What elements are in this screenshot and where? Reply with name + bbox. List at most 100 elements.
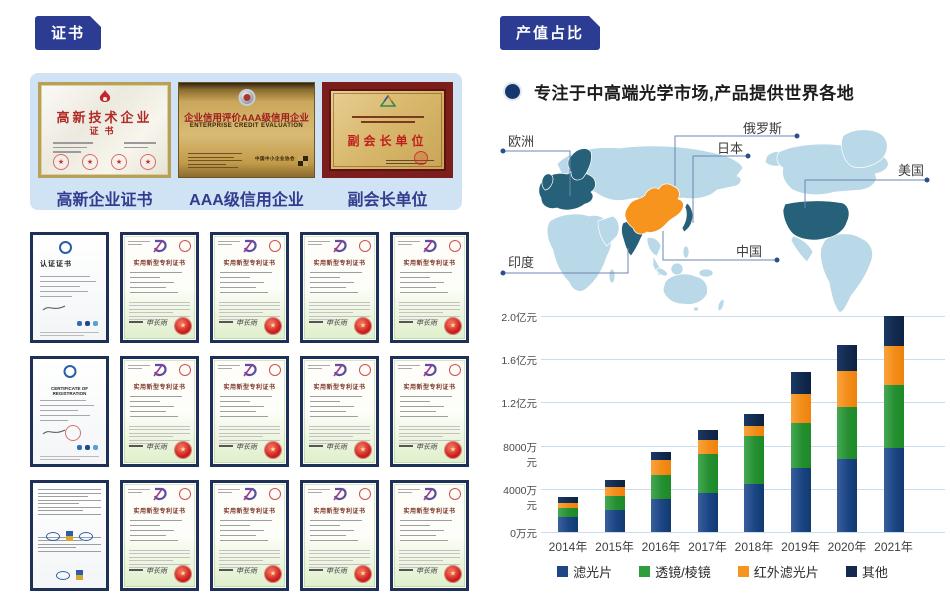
bar-segment-滤光片	[884, 448, 904, 532]
cert3-label: 副会长单位	[322, 186, 453, 210]
patent-cert-fields	[393, 516, 466, 541]
certificate-thumbnail-patent: 实用新型专利证书 申长雨	[390, 232, 469, 343]
signature-label-bar	[399, 445, 413, 447]
headline-row: 专注于中高端光学市场,产品提供世界各地	[505, 79, 854, 104]
accreditation-marks	[77, 321, 98, 326]
red-seal-ring-icon	[179, 240, 191, 252]
cert1-subtitle: 证书	[41, 124, 168, 137]
certificate-thumbnail-patent: 实用新型专利证书 申长雨	[120, 232, 199, 343]
patent-cert-title: 实用新型专利证书	[393, 506, 466, 515]
patent-cert-paragraph	[219, 299, 280, 320]
x-axis-tick-label: 2020年	[821, 538, 873, 555]
cert1-stamps	[41, 154, 168, 170]
cert1-label: 高新企业证书	[38, 186, 171, 210]
island-sumatra	[655, 266, 668, 277]
map-label-china: 中国	[736, 244, 762, 259]
patent-cert-title: 实用新型专利证书	[393, 258, 466, 267]
bar-segment-滤光片	[605, 510, 625, 532]
signature-label-bar	[129, 445, 143, 447]
bar-segment-红外滤光片	[605, 487, 625, 497]
commissioner-signature: 申长雨	[146, 318, 167, 328]
commissioner-signature: 申长雨	[146, 442, 167, 452]
patent-cert-paragraph	[129, 423, 190, 444]
bar-segment-红外滤光片	[884, 346, 904, 385]
cqc-logo-icon	[59, 241, 72, 254]
bar-segment-透镜/棱镜	[651, 475, 671, 499]
section-badge-output-value: 产值占比	[500, 16, 600, 50]
cas-en-footer-lines	[40, 454, 99, 460]
red-seal-ring-icon	[449, 364, 461, 376]
legend-item: 红外滤光片	[738, 562, 819, 581]
patent-cert-fields	[303, 516, 376, 541]
blue-oval-stamp-icon	[79, 532, 93, 541]
connector-dot	[775, 258, 780, 263]
patent-cert-number-lines	[398, 239, 420, 245]
signature-label-bar	[129, 321, 143, 323]
y-axis-tick-label: 2.0亿元	[495, 310, 537, 325]
patent-cert-paragraph	[219, 547, 280, 568]
island-philippines	[683, 246, 689, 258]
bar-segment-透镜/棱镜	[791, 423, 811, 468]
qr-code-icon	[298, 156, 308, 166]
map-label-usa: 美国	[898, 163, 924, 178]
commissioner-signature: 申长雨	[416, 442, 437, 452]
legend-label: 透镜/棱镜	[655, 562, 711, 581]
patent-cert-paragraph	[219, 423, 280, 444]
map-label-japan: 日本	[717, 141, 743, 156]
cert3-title: 副会长单位	[329, 132, 446, 149]
bar-segment-红外滤光片	[558, 503, 578, 508]
cert2-text-lines	[188, 151, 242, 169]
legend-swatch-icon	[639, 566, 650, 577]
patent-cert-number-lines	[128, 487, 150, 493]
patent-cert-fields	[393, 392, 466, 417]
patent-cert-paragraph	[399, 299, 460, 320]
signature-label-bar	[309, 445, 323, 447]
red-stamp-icon	[140, 154, 156, 170]
legend-swatch-icon	[738, 566, 749, 577]
patent-cert-number-lines	[308, 487, 330, 493]
legend-label: 其他	[862, 562, 888, 581]
y-axis-tick-label: 4000万元	[495, 483, 537, 513]
patent-cert-number-lines	[398, 487, 420, 493]
red-stamp-icon	[53, 154, 69, 170]
national-emblem-seal-icon	[445, 566, 461, 582]
headline-text: 专注于中高端光学市场,产品提供世界各地	[534, 79, 854, 104]
certificate-grid-row: 实用新型专利证书 申长雨 实用新型专利证书 申长雨 实用新型专利证书	[30, 480, 466, 591]
region-japan	[682, 203, 693, 232]
certificate-thumbnail-patent: 实用新型专利证书 申长雨	[300, 356, 379, 467]
patent-cert-number-lines	[218, 487, 240, 493]
bar-segment-透镜/棱镜	[698, 454, 718, 493]
certificate-thumbnail-grid: 认证证书 实用新型专利证书 申长雨 实用新型专利证书 申长	[30, 232, 466, 604]
document-footer-emblems	[33, 570, 106, 580]
x-axis-tick-label: 2014年	[542, 538, 594, 555]
commissioner-signature: 申长雨	[416, 318, 437, 328]
bar-segment-其他	[744, 414, 764, 426]
patent-cert-paragraph	[129, 299, 190, 320]
cert3-text-lines	[329, 113, 446, 123]
map-label-europe: 欧洲	[508, 134, 534, 149]
patent-cert-fields	[213, 516, 286, 541]
signature-label-bar	[219, 321, 233, 323]
patent-cert-number-lines	[308, 363, 330, 369]
patent-cert-title: 实用新型专利证书	[123, 382, 196, 391]
cas-cn-footer-lines	[40, 330, 99, 336]
patent-cert-paragraph	[309, 299, 370, 320]
patent-cert-number-lines	[218, 239, 240, 245]
connector-dot	[925, 178, 930, 183]
bar-segment-其他	[698, 430, 718, 440]
patent-cert-paragraph	[129, 547, 190, 568]
certificate-thumbnail-patent: 实用新型专利证书 申长雨	[120, 480, 199, 591]
patent-cert-number-lines	[398, 363, 420, 369]
accreditation-marks	[77, 445, 98, 450]
x-axis-tick-label: 2018年	[728, 538, 780, 555]
bar-segment-其他	[884, 316, 904, 346]
legend-swatch-icon	[846, 566, 857, 577]
patent-cert-title: 实用新型专利证书	[213, 258, 286, 267]
bar-segment-其他	[605, 480, 625, 486]
cert2-subtitle: ENTERPRISE CREDIT EVALUATION	[179, 123, 314, 129]
cnipa-logo-icon	[152, 239, 168, 253]
connector-dot	[501, 149, 506, 154]
bullet-dot-icon	[505, 84, 520, 99]
certificate-thumbnail-patent: 实用新型专利证书 申长雨	[300, 480, 379, 591]
bar-segment-滤光片	[791, 468, 811, 532]
